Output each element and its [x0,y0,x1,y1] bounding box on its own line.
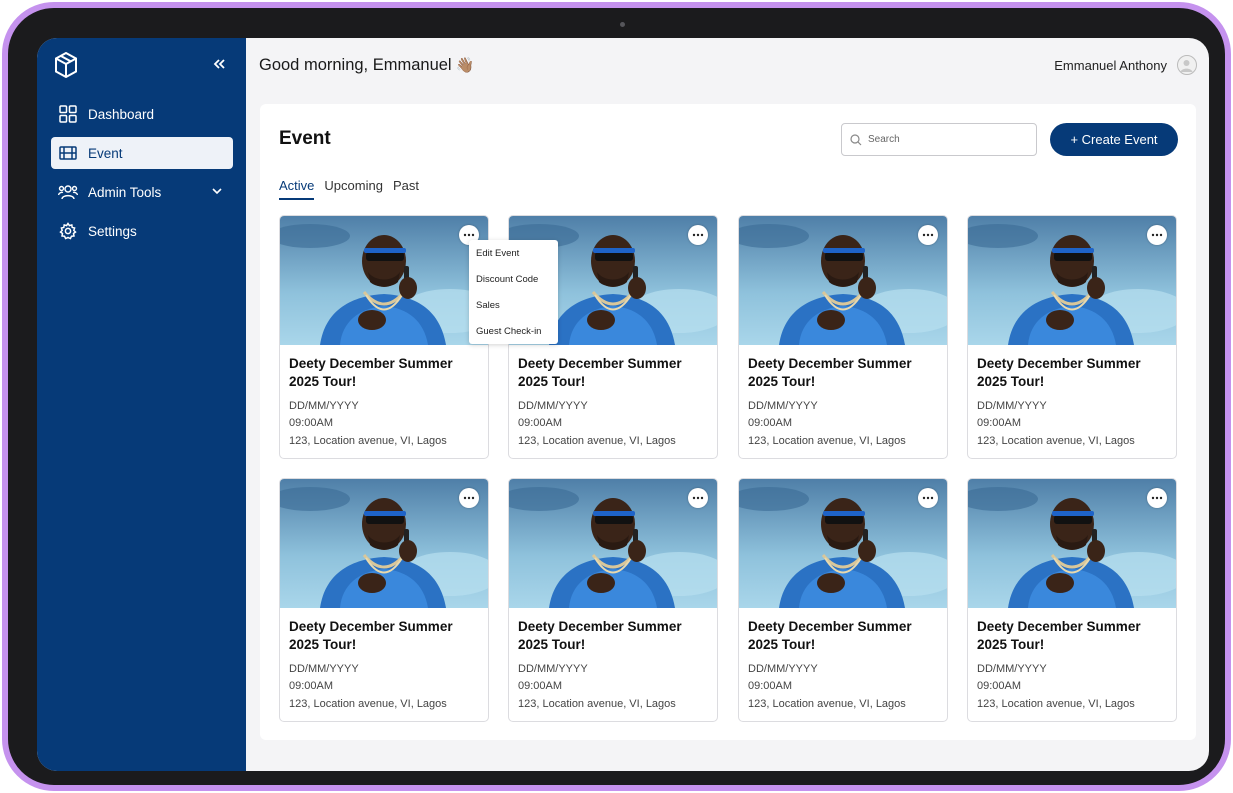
event-title: Deety December Summer 2025 Tour! [289,619,453,652]
tablet-frame: Dashboard Event Admin Tools Settings Goo… [2,2,1231,791]
sidebar-item-label: Event [88,145,123,161]
event-location: 123, Location avenue, VI, Lagos [518,698,676,710]
event-card[interactable]: Deety December Summer 2025 Tour! DD/MM/Y… [738,478,948,722]
event-card[interactable]: Deety December Summer 2025 Tour! DD/MM/Y… [738,215,948,459]
event-title: Deety December Summer 2025 Tour! [289,356,453,389]
event-title: Deety December Summer 2025 Tour! [977,356,1141,389]
event-card[interactable]: Deety December Summer 2025 Tour! DD/MM/Y… [508,478,718,722]
event-card[interactable]: Deety December Summer 2025 Tour! DD/MM/Y… [279,215,489,459]
event-location: 123, Location avenue, VI, Lagos [748,698,906,710]
event-location: 123, Location avenue, VI, Lagos [748,435,906,447]
event-time: 09:00AM [977,680,1022,692]
event-image [280,216,488,345]
event-card[interactable]: Deety December Summer 2025 Tour! DD/MM/Y… [967,478,1177,722]
user-name[interactable]: Emmanuel Anthony [1054,58,1167,73]
film-icon [58,143,78,163]
event-title: Deety December Summer 2025 Tour! [977,619,1141,652]
event-location: 123, Location avenue, VI, Lagos [977,698,1135,710]
events-panel: Event Search + Create Event Active Upcom… [260,104,1196,740]
more-options-icon[interactable] [918,488,938,508]
chevron-down-icon[interactable] [211,185,223,200]
sidebar-item-dashboard[interactable]: Dashboard [51,98,233,130]
avatar[interactable] [1177,55,1197,75]
event-location: 123, Location avenue, VI, Lagos [289,698,447,710]
gear-icon [58,221,78,241]
greeting-text: Good morning, Emmanuel 👋🏽 [259,56,474,75]
menu-item-discount-code[interactable]: Discount Code [476,274,538,285]
event-image [968,216,1176,345]
event-date: DD/MM/YYYY [977,400,1047,412]
event-time: 09:00AM [289,680,334,692]
more-options-icon[interactable] [688,488,708,508]
sidebar-item-label: Dashboard [88,106,155,122]
event-title: Deety December Summer 2025 Tour! [748,356,912,389]
event-context-menu: Edit Event Discount Code Sales Guest Che… [469,240,558,344]
tab-upcoming[interactable]: Upcoming [324,178,383,200]
event-image [509,479,717,608]
camera-dot [620,22,625,27]
wave-emoji: 👋🏽 [455,57,475,74]
event-time: 09:00AM [518,680,563,692]
menu-item-edit-event[interactable]: Edit Event [476,248,519,259]
event-image [739,479,947,608]
search-input[interactable]: Search [841,123,1037,156]
event-date: DD/MM/YYYY [748,663,818,675]
event-date: DD/MM/YYYY [289,400,359,412]
menu-item-guest-check-in[interactable]: Guest Check-in [476,326,541,337]
more-options-icon[interactable] [1147,225,1167,245]
event-date: DD/MM/YYYY [289,663,359,675]
event-title: Deety December Summer 2025 Tour! [518,619,682,652]
sidebar-item-event[interactable]: Event [51,137,233,169]
more-options-icon[interactable] [688,225,708,245]
more-options-icon[interactable] [918,225,938,245]
create-event-button[interactable]: + Create Event [1050,123,1178,156]
tab-active[interactable]: Active [279,178,315,200]
sidebar-item-settings[interactable]: Settings [51,215,233,247]
app-screen: Dashboard Event Admin Tools Settings Goo… [37,38,1209,771]
event-time: 09:00AM [748,680,793,692]
event-date: DD/MM/YYYY [518,663,588,675]
more-options-icon[interactable] [459,488,479,508]
event-time: 09:00AM [977,417,1022,429]
event-location: 123, Location avenue, VI, Lagos [518,435,676,447]
sidebar-item-label: Admin Tools [88,184,162,200]
event-image [739,216,947,345]
sidebar-item-label: Settings [88,223,137,239]
more-options-icon[interactable] [1147,488,1167,508]
event-date: DD/MM/YYYY [518,400,588,412]
event-time: 09:00AM [748,417,793,429]
sidebar: Dashboard Event Admin Tools Settings [37,38,246,771]
grid-icon [58,104,78,124]
search-icon [850,133,862,146]
event-date: DD/MM/YYYY [977,663,1047,675]
sidebar-item-admin-tools[interactable]: Admin Tools [51,176,233,208]
event-card[interactable]: Deety December Summer 2025 Tour! DD/MM/Y… [279,478,489,722]
users-icon [58,182,78,202]
event-location: 123, Location avenue, VI, Lagos [289,435,447,447]
event-title: Deety December Summer 2025 Tour! [748,619,912,652]
tab-past[interactable]: Past [393,178,419,200]
greeting-label: Good morning, Emmanuel [259,56,452,74]
page-title: Event [279,128,331,149]
event-date: DD/MM/YYYY [748,400,818,412]
chevrons-left-icon[interactable] [212,56,226,74]
event-time: 09:00AM [289,417,334,429]
event-image [968,479,1176,608]
event-tabs: Active Upcoming Past [279,178,419,200]
menu-item-sales[interactable]: Sales [476,300,500,311]
app-logo-icon [55,52,77,78]
event-time: 09:00AM [518,417,563,429]
event-image [280,479,488,608]
search-placeholder: Search [868,134,900,145]
event-title: Deety December Summer 2025 Tour! [518,356,682,389]
event-card[interactable]: Deety December Summer 2025 Tour! DD/MM/Y… [967,215,1177,459]
event-location: 123, Location avenue, VI, Lagos [977,435,1135,447]
